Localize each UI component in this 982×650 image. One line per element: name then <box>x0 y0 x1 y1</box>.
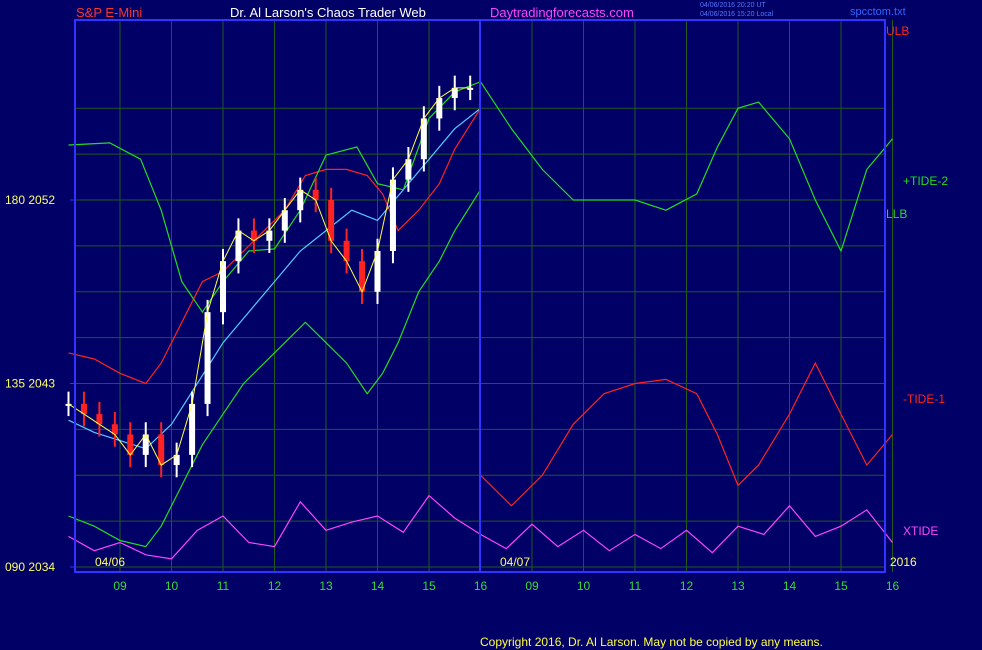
series-label: -TIDE-1 <box>903 392 945 406</box>
file-label: spcctom.txt <box>850 6 906 18</box>
chart-title: Dr. Al Larson's Chaos Trader Web <box>230 5 426 20</box>
x-tick-label: 10 <box>165 579 179 593</box>
x-tick-label: 09 <box>525 579 539 593</box>
x-tick-label: 13 <box>319 579 333 593</box>
x-tick-label: 11 <box>217 579 230 593</box>
x-tick-label: 16 <box>886 579 900 593</box>
site-label: Daytradingforecasts.com <box>490 5 634 20</box>
symbol-label: S&P E-Mini <box>76 5 142 20</box>
x-tick-label: 12 <box>268 579 282 593</box>
x-tick-label: 15 <box>422 579 436 593</box>
copyright-text: Copyright 2016, Dr. Al Larson. May not b… <box>480 635 823 649</box>
x-tick-label: 12 <box>680 579 694 593</box>
timestamp-ut: 04/06/2016 20:20 UT <box>700 2 766 9</box>
timestamp-local: 04/06/2016 15:20 Local <box>700 11 774 18</box>
year-label: 2016 <box>890 555 917 569</box>
y-tick-label: 180 2052 <box>5 193 55 207</box>
date-label-1: 04/06 <box>95 555 125 569</box>
x-tick-label: 16 <box>474 579 488 593</box>
x-tick-label: 13 <box>731 579 745 593</box>
y-tick-label: 135 2043 <box>5 377 55 391</box>
series-label: +TIDE-2 <box>903 174 948 188</box>
chaos-chart: S&P E-Mini Dr. Al Larson's Chaos Trader … <box>0 0 982 650</box>
date-label-2: 04/07 <box>500 555 530 569</box>
series-label: XTIDE <box>903 524 938 538</box>
y-tick-label: 090 2034 <box>5 560 55 574</box>
x-tick-label: 10 <box>577 579 591 593</box>
x-tick-label: 15 <box>834 579 848 593</box>
series-label: ULB <box>886 24 909 38</box>
x-tick-label: 14 <box>783 579 797 593</box>
series-label: LLB <box>886 207 907 221</box>
x-tick-label: 09 <box>113 579 127 593</box>
x-tick-label: 14 <box>371 579 385 593</box>
x-tick-label: 11 <box>629 579 642 593</box>
